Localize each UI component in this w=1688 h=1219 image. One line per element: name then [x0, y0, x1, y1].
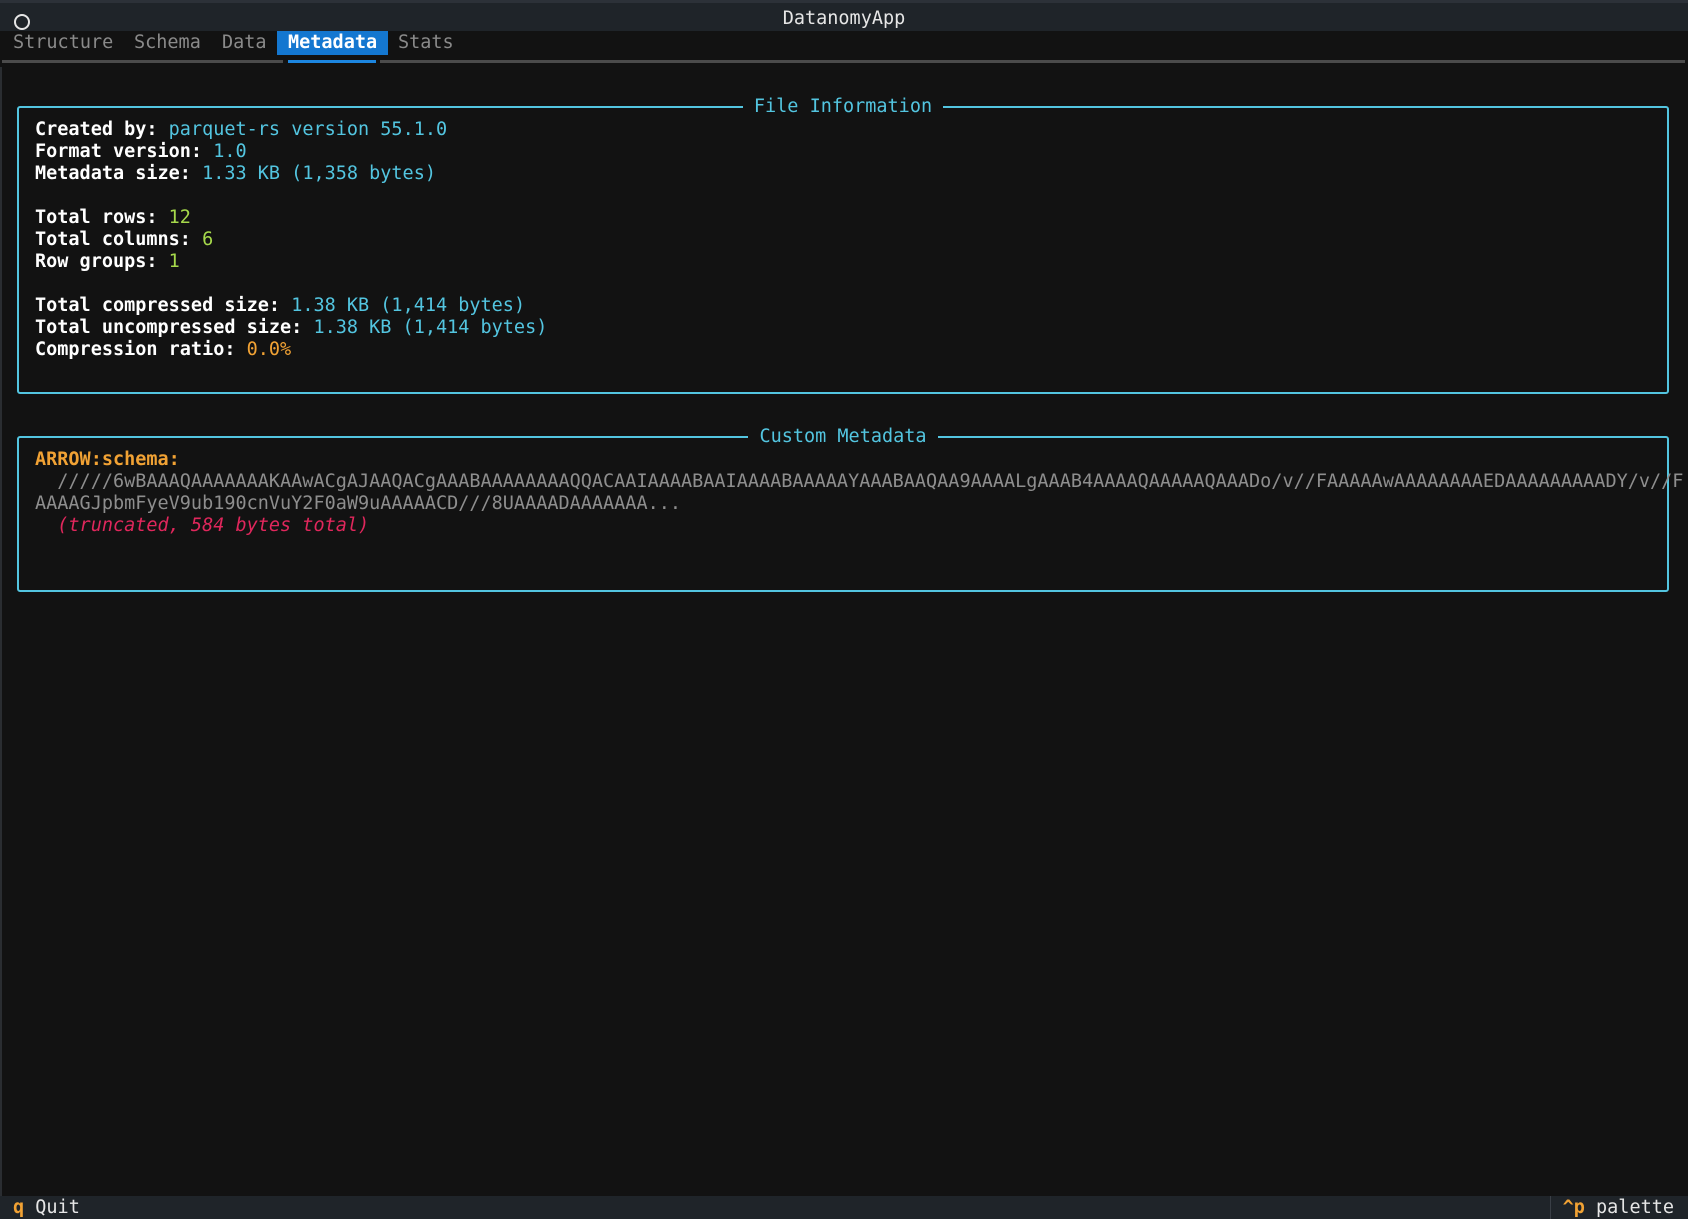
quit-key: q: [13, 1197, 25, 1218]
custom-metadata-panel: Custom Metadata ARROW:schema: /////6wBAA…: [17, 426, 1683, 592]
compression-ratio-value: 0.0%: [246, 339, 292, 360]
uncompressed-size-row: Total uncompressed size: 1.38 KB (1,414 …: [35, 317, 548, 338]
palette-label: palette: [1584, 1197, 1674, 1218]
metadata-size-row: Metadata size: 1.33 KB (1,358 bytes): [35, 163, 436, 184]
left-border: [0, 31, 2, 1196]
tab-bar: Structure Schema Data Metadata Stats: [0, 31, 1688, 67]
row-groups-row: Row groups: 1: [35, 251, 180, 272]
created-by-value: parquet-rs version 55.1.0: [168, 119, 448, 140]
tab-underline-right: [380, 60, 1685, 63]
total-columns-row: Total columns: 6: [35, 229, 214, 250]
compressed-size-value: 1.38 KB (1,414 bytes): [291, 295, 526, 316]
quit-label: Quit: [24, 1197, 80, 1218]
title-bar: DatanomyApp: [0, 0, 1688, 31]
row-groups-value: 1: [168, 251, 180, 272]
tab-structure[interactable]: Structure: [2, 31, 124, 55]
created-by-row: Created by: parquet-rs version 55.1.0: [35, 119, 448, 140]
app-title: DatanomyApp: [782, 8, 906, 29]
tab-stats[interactable]: Stats: [387, 31, 465, 55]
total-rows-value: 12: [168, 207, 191, 228]
metadata-value-line-1: /////6wBAAAQAAAAAAAKAAwACgAJAAQACgAAABAA…: [35, 471, 1684, 492]
total-columns-value: 6: [202, 229, 214, 250]
compression-ratio-row: Compression ratio: 0.0%: [35, 339, 292, 360]
panel-title: File Information: [19, 95, 1667, 119]
compressed-size-row: Total compressed size: 1.38 KB (1,414 by…: [35, 295, 526, 316]
format-version-row: Format version: 1.0: [35, 141, 247, 162]
panel-title: Custom Metadata: [19, 425, 1667, 449]
tab-data[interactable]: Data: [211, 31, 278, 55]
tab-metadata[interactable]: Metadata: [277, 31, 389, 55]
metadata-value-line-2: AAAAGJpbmFyeV9ub190cnVuY2F0aW9uAAAAACD//…: [35, 493, 682, 514]
quit-binding[interactable]: q Quit: [13, 1196, 80, 1219]
truncated-note: (truncated, 584 bytes total): [35, 515, 370, 536]
format-version-value: 1.0: [213, 141, 247, 162]
metadata-size-value: 1.33 KB (1,358 bytes): [202, 163, 436, 184]
tab-schema[interactable]: Schema: [123, 31, 212, 55]
palette-key: ^p: [1562, 1197, 1585, 1218]
palette-binding[interactable]: ^p palette: [1549, 1196, 1674, 1219]
total-rows-row: Total rows: 12: [35, 207, 191, 228]
metadata-key: ARROW:schema:: [35, 449, 180, 470]
tab-underline-active: [288, 60, 376, 63]
tab-underline-left: [2, 60, 283, 63]
footer-bar: q Quit ^p palette: [0, 1196, 1688, 1219]
file-information-panel: File Information Created by: parquet-rs …: [17, 96, 1669, 394]
uncompressed-size-value: 1.38 KB (1,414 bytes): [313, 317, 548, 338]
